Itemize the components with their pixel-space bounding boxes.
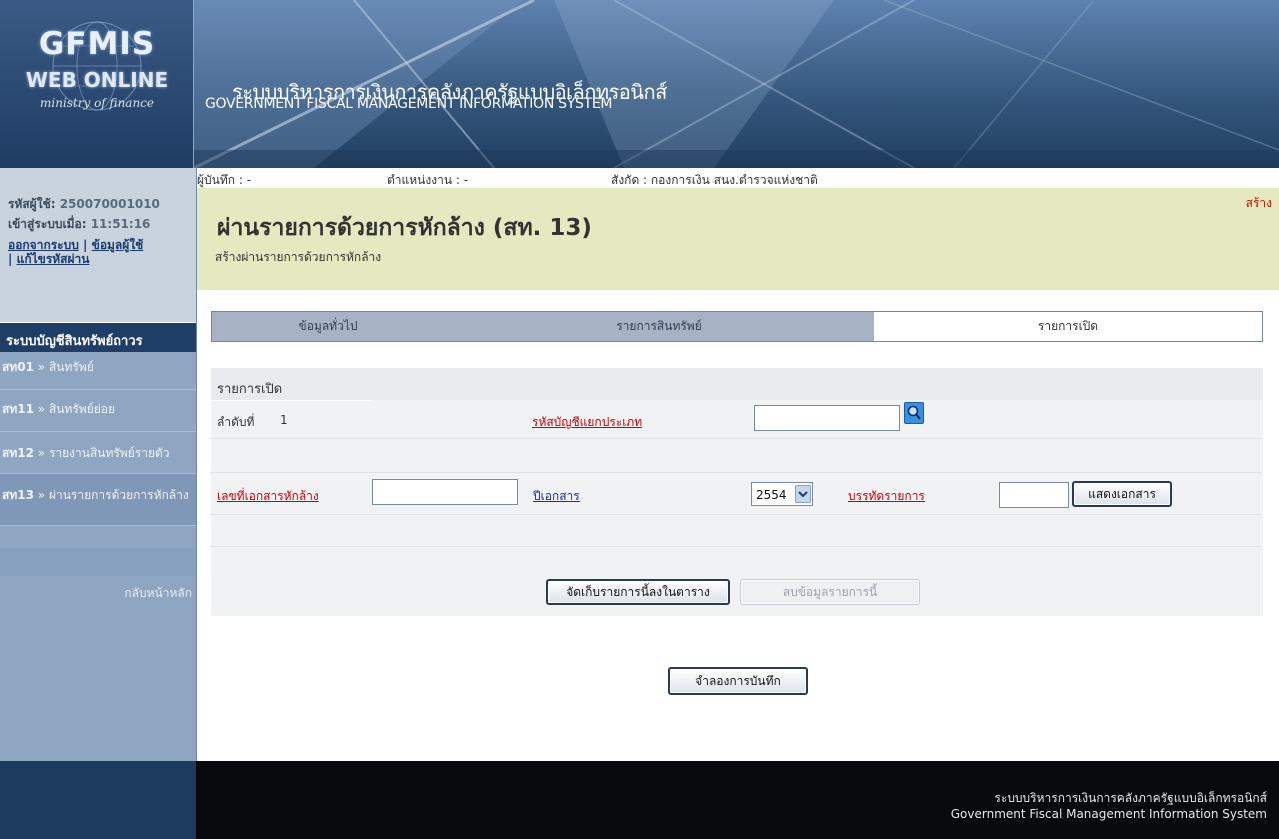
- show-document-button[interactable]: แสดงเอกสาร: [1072, 481, 1172, 507]
- link-separator: |: [8, 252, 13, 266]
- save-row-button[interactable]: จัดเก็บรายการนี้ลงในตาราง: [546, 579, 730, 605]
- simulate-save-button[interactable]: จำลองการบันทึก: [668, 667, 808, 695]
- chevron-down-icon: [795, 485, 811, 503]
- form-section-header: รายการเปิด: [211, 368, 1263, 400]
- tab-asset-items[interactable]: รายการสินทรัพย์: [444, 312, 874, 341]
- banner-art: ระบบบริหารการเงินการคลังภาครัฐแบบอิเล็กท…: [194, 0, 1279, 168]
- link-separator: |: [83, 238, 88, 252]
- search-gl-button[interactable]: [904, 402, 924, 424]
- menu-code: สท11: [2, 402, 34, 416]
- header-banner: GFMIS WEB ONLINE ministry of finance ระบ…: [0, 0, 1279, 168]
- change-password-link[interactable]: แก้ไขรหัสผ่าน: [17, 252, 90, 266]
- tab-bar: ข้อมูลทั่วไป รายการสินทรัพย์ รายการเปิด: [211, 311, 1263, 342]
- footer-title-english: Government Fiscal Management Information…: [950, 807, 1267, 821]
- mode-label: สร้าง: [1245, 196, 1272, 210]
- gfmis-logo: GFMIS WEB ONLINE ministry of finance: [22, 20, 172, 130]
- login-time-row: เข้าสู่ระบบเมื่อ: 11:51:16: [8, 216, 196, 232]
- delete-row-button[interactable]: ลบข้อมูลรายการนี้: [740, 579, 920, 605]
- logo-text-ministry: ministry of finance: [39, 96, 154, 110]
- user-id-label: รหัสผู้ใช้:: [8, 197, 56, 211]
- sidebar-item-st12[interactable]: สท12 » รายงานสินทรัพย์รายตัว: [0, 432, 196, 474]
- row-divider: [210, 438, 1262, 439]
- menu-label: รายงานสินทรัพย์รายตัว: [48, 446, 170, 460]
- sidebar-item-st11[interactable]: สท11 » สินทรัพย์ย่อย: [0, 390, 196, 432]
- tab-open-items[interactable]: รายการเปิด: [874, 312, 1262, 341]
- back-home-link[interactable]: กลับหน้าหลัก: [0, 584, 196, 614]
- user-info-box: รหัสผู้ใช้: 250070001010 เข้าสู่ระบบเมื่…: [0, 168, 196, 322]
- user-links: ออกจากระบบ | ข้อมูลผู้ใช้ | แก้ไขรหัสผ่า…: [8, 238, 196, 266]
- sidebar-decoration: [0, 548, 196, 576]
- menu-code: สท01: [2, 360, 34, 374]
- sidebar-item-st01[interactable]: สท01 » สินทรัพย์: [0, 352, 196, 390]
- clearing-doc-input[interactable]: [372, 479, 518, 505]
- row-divider: [210, 546, 1262, 547]
- menu-title: ระบบบัญชีสินทรัพย์ถาวร: [0, 322, 196, 352]
- menu-label: สินทรัพย์ย่อย: [48, 402, 116, 416]
- tab-general-info[interactable]: ข้อมูลทั่วไป: [212, 312, 444, 341]
- divider: [211, 400, 371, 401]
- user-id-row: รหัสผู้ใช้: 250070001010: [8, 196, 196, 212]
- logout-link[interactable]: ออกจากระบบ: [8, 238, 79, 252]
- menu-label: ผ่านรายการด้วยการหักล้าง: [48, 488, 189, 502]
- seq-label: ลำดับที่: [217, 415, 255, 429]
- page-title: ผ่านรายการด้วยการหักล้าง (สท. 13): [217, 215, 592, 241]
- form-section-title: รายการเปิด: [217, 382, 283, 397]
- clearing-doc-link[interactable]: เลขที่เอกสารหักล้าง: [217, 487, 319, 506]
- user-id-value: 250070001010: [59, 197, 160, 211]
- login-time-value: 11:51:16: [90, 217, 151, 231]
- footer-title-thai: ระบบบริหารการเงินการคลังภาครัฐแบบอิเล็กท…: [994, 791, 1267, 805]
- logo-text-webonline: WEB ONLINE: [25, 68, 169, 92]
- menu-arrow: »: [37, 402, 46, 416]
- info-bar: ผู้บันทึก : - ตำแหน่งงาน : - สังกัด : กอ…: [197, 168, 1279, 188]
- menu-arrow: »: [37, 488, 46, 502]
- logo-area: GFMIS WEB ONLINE ministry of finance: [0, 0, 194, 168]
- line-item-link[interactable]: บรรทัดรายการ: [848, 487, 925, 506]
- logo-text-gfmis: GFMIS: [38, 26, 156, 62]
- sidebar: รหัสผู้ใช้: 250070001010 เข้าสู่ระบบเมื่…: [0, 168, 196, 761]
- gl-code-link[interactable]: รหัสบัญชีแยกประเภท: [532, 413, 642, 432]
- menu-code: สท12: [2, 446, 34, 460]
- menu-arrow: »: [37, 446, 46, 460]
- line-item-input[interactable]: [999, 482, 1069, 508]
- menu-label: สินทรัพย์: [48, 360, 94, 374]
- user-info-link[interactable]: ข้อมูลผู้ใช้: [92, 238, 144, 252]
- row-divider: [210, 514, 1262, 515]
- footer-left-block: [0, 761, 196, 839]
- row-divider: [210, 472, 1262, 473]
- login-time-label: เข้าสู่ระบบเมื่อ:: [8, 217, 87, 231]
- doc-year-value: 2554: [756, 488, 787, 502]
- menu-arrow: »: [37, 360, 46, 374]
- menu-code: สท13: [2, 488, 34, 502]
- sidebar-item-st13[interactable]: สท13 » ผ่านรายการด้วยการหักล้าง: [0, 474, 196, 526]
- gl-code-input[interactable]: [754, 405, 900, 431]
- page-subtitle: สร้างผ่านรายการด้วยการหักล้าง: [215, 250, 382, 264]
- search-icon: [907, 405, 921, 420]
- seq-value: 1: [280, 413, 288, 427]
- footer: ระบบบริหารการเงินการคลังภาครัฐแบบอิเล็กท…: [0, 761, 1279, 839]
- system-title-english: GOVERNMENT FISCAL MANAGEMENT INFORMATION…: [205, 96, 613, 112]
- doc-year-link[interactable]: ปีเอกสาร: [533, 487, 580, 506]
- doc-year-select[interactable]: 2554: [751, 482, 813, 506]
